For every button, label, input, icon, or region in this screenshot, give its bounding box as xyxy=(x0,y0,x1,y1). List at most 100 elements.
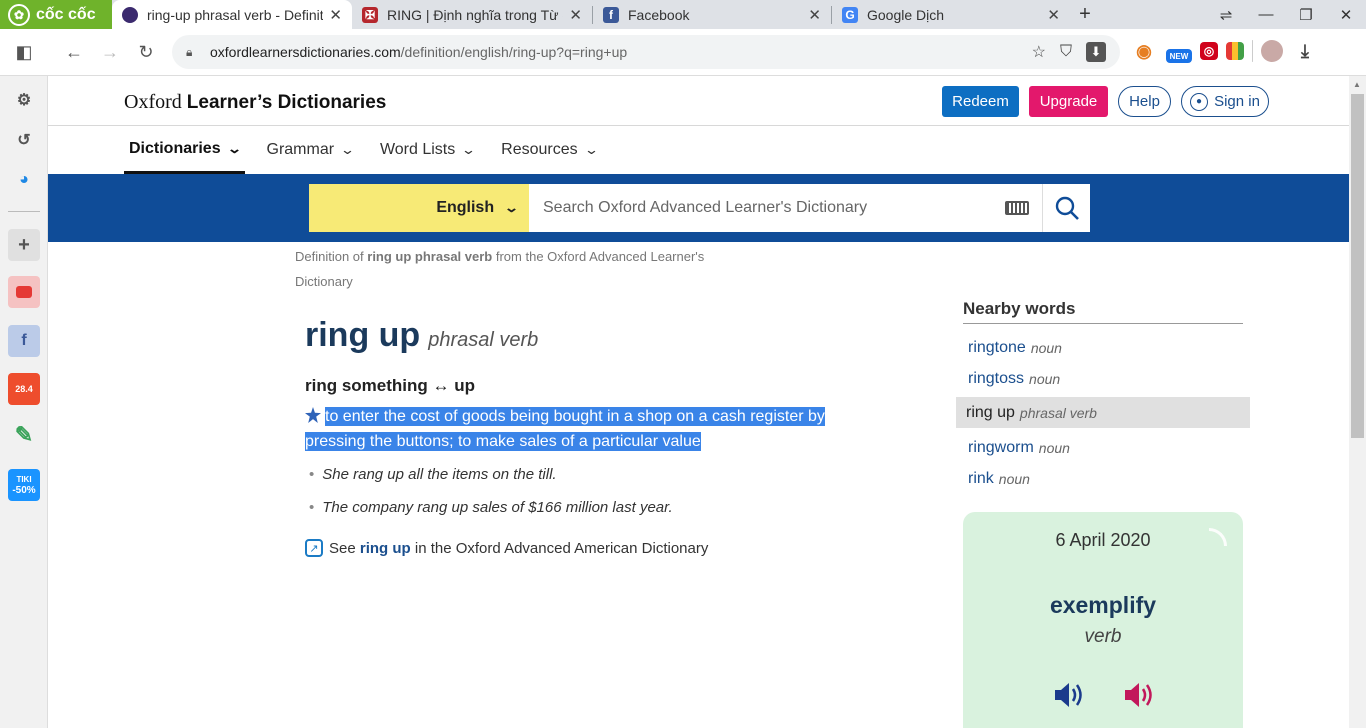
address-bar[interactable]: 🔒︎ oxfordlearnersdictionaries.com/defini… xyxy=(172,35,1120,69)
restore-icon[interactable]: ❐ xyxy=(1286,0,1326,29)
forward-button[interactable]: → xyxy=(92,34,128,70)
download-page-icon[interactable]: ⬇ xyxy=(1086,42,1106,62)
sign-in-button[interactable]: ● Sign in xyxy=(1181,86,1269,117)
extensions-area: ◉ NEW ◎ ⤓ xyxy=(1130,37,1319,65)
nav-word-lists[interactable]: Word Lists ⌄ xyxy=(375,126,479,174)
downloads-icon[interactable]: ⤓ xyxy=(1291,37,1319,65)
shield-icon[interactable]: ⛉ xyxy=(1060,43,1072,61)
us-pronunciation-speaker-icon[interactable] xyxy=(1123,680,1155,710)
scroll-up-arrow-icon[interactable]: ▲ xyxy=(1353,80,1361,89)
language-select[interactable]: English ⌄ xyxy=(309,184,529,232)
close-tab-icon[interactable]: ✕ xyxy=(1047,6,1060,24)
sign-in-label: Sign in xyxy=(1214,93,1260,110)
tiki-label: TIKI xyxy=(16,475,32,484)
new-extension-icon[interactable]: NEW xyxy=(1166,49,1192,63)
grammar-pattern: ring something ↔ up xyxy=(305,376,475,395)
nearby-pos: noun xyxy=(1030,339,1062,356)
example-sentence: She rang up all the items on the till. xyxy=(309,466,556,483)
facebook-favicon-icon: f xyxy=(603,6,619,23)
logo-learners-dictionaries: Learner’s Dictionaries xyxy=(186,92,387,113)
site-logo[interactable]: Oxford Learner’s Dictionaries xyxy=(124,91,386,114)
see-suffix: in the Oxford Advanced American Dictiona… xyxy=(410,539,709,557)
tiki-badge: -50% xyxy=(12,485,36,496)
coccoc-brand: cốc cốc xyxy=(36,5,96,23)
nav-label: Dictionaries xyxy=(129,139,221,157)
coccoc-menu-button[interactable]: ✿ cốc cốc xyxy=(0,0,112,29)
tab-oxford[interactable]: ring-up phrasal verb - Definiti ✕ xyxy=(112,0,352,29)
page-scrollbar[interactable]: ▲ xyxy=(1349,76,1366,728)
close-tab-icon[interactable]: ✕ xyxy=(329,6,342,24)
youtube-icon[interactable] xyxy=(8,276,40,308)
nearby-word-item[interactable]: ringtoss noun xyxy=(956,363,1250,394)
tab-search-icon[interactable]: ⇌ xyxy=(1206,0,1246,29)
tab-title: ring-up phrasal verb - Definiti xyxy=(147,6,324,23)
nearby-word-item[interactable]: ringworm noun xyxy=(956,432,1250,463)
minimize-icon[interactable]: — xyxy=(1246,0,1286,29)
nearby-pos: noun xyxy=(998,470,1030,487)
profile-avatar[interactable] xyxy=(1261,40,1283,62)
logo-oxford: Oxford xyxy=(124,91,182,113)
new-tab-button[interactable]: + xyxy=(1070,0,1100,29)
breadcrumb-prefix: Definition of xyxy=(295,249,368,264)
green-leaf-icon[interactable]: ✎ xyxy=(8,419,40,451)
tab-google-translate[interactable]: G Google Dịch ✕ xyxy=(832,0,1070,29)
redeem-button[interactable]: Redeem xyxy=(942,86,1019,117)
tab-title: Google Dịch xyxy=(867,6,945,23)
tab-bar: ✿ cốc cốc ring-up phrasal verb - Definit… xyxy=(0,0,1366,29)
nearby-words-heading: Nearby words xyxy=(963,299,1243,324)
coccoc-logo-icon: ✿ xyxy=(8,3,30,26)
nearby-word-item[interactable]: rink noun xyxy=(956,463,1250,494)
nearby-word: ring up xyxy=(966,403,1015,421)
search-input[interactable] xyxy=(529,184,992,232)
shopee-icon[interactable]: 28.4 xyxy=(8,373,40,405)
lock-icon: 🔒︎ xyxy=(186,44,193,59)
close-window-icon[interactable]: ✕ xyxy=(1326,0,1366,29)
nav-grammar[interactable]: Grammar ⌄ xyxy=(262,126,358,174)
help-button[interactable]: Help xyxy=(1118,86,1171,117)
main-nav: Dictionaries ⌄ Grammar ⌄ Word Lists ⌄ Resou… xyxy=(124,126,619,174)
colorful-extension-icon[interactable] xyxy=(1226,42,1244,60)
back-button[interactable]: ← xyxy=(56,34,92,70)
chevron-down-icon: ⌄ xyxy=(583,142,599,157)
nearby-word: ringworm xyxy=(968,438,1034,456)
upgrade-button[interactable]: Upgrade xyxy=(1029,86,1108,117)
cambridge-favicon-icon: ✠ xyxy=(362,6,378,23)
sidebar-toggle-icon[interactable]: ◧ xyxy=(6,34,42,70)
history-icon[interactable]: ↺ xyxy=(8,124,40,156)
window-controls: ⇌ — ❐ ✕ xyxy=(1206,0,1366,29)
close-tab-icon[interactable]: ✕ xyxy=(569,6,582,24)
keyboard-icon[interactable] xyxy=(992,184,1042,232)
uk-pronunciation-speaker-icon[interactable] xyxy=(1053,680,1085,710)
nav-label: Grammar xyxy=(266,141,335,158)
facebook-icon[interactable]: f xyxy=(8,325,40,357)
browser-sidebar: ⚙ ↺ ◕ + f 28.4 ✎ TIKI -50% xyxy=(0,76,48,728)
oxford-favicon-icon xyxy=(122,6,138,23)
search-button[interactable] xyxy=(1042,184,1090,232)
nearby-word-item[interactable]: ringtone noun xyxy=(956,332,1250,363)
chevron-down-icon: ⌄ xyxy=(339,142,356,157)
language-label: English xyxy=(436,199,495,216)
scrollbar-thumb[interactable] xyxy=(1351,94,1364,438)
add-sidebar-item-icon[interactable]: + xyxy=(8,229,40,261)
search-icon xyxy=(1055,196,1079,220)
site-header: Oxford Learner’s Dictionaries Redeem Upg… xyxy=(48,76,1349,126)
wotd-word[interactable]: exemplify xyxy=(963,592,1243,619)
settings-gear-icon[interactable]: ⚙ xyxy=(8,84,40,116)
reload-button[interactable]: ↻ xyxy=(128,34,164,70)
nav-dictionaries[interactable]: Dictionaries ⌄ xyxy=(124,126,245,174)
definition-text: to enter the cost of goods being bought … xyxy=(305,407,825,451)
messenger-icon[interactable]: ◕ xyxy=(8,164,40,196)
tab-facebook[interactable]: f Facebook ✕ xyxy=(593,0,831,29)
red-extension-icon[interactable]: ◎ xyxy=(1200,42,1218,60)
coccoc-extension-icon[interactable]: ◉ xyxy=(1130,37,1158,65)
nearby-word-current[interactable]: ring up phrasal verb xyxy=(956,397,1250,428)
tiki-icon[interactable]: TIKI -50% xyxy=(8,469,40,501)
nav-resources[interactable]: Resources ⌄ xyxy=(496,126,601,174)
nav-label: Word Lists xyxy=(379,141,456,158)
bookmark-star-icon[interactable]: ☆ xyxy=(1032,42,1046,62)
close-tab-icon[interactable]: ✕ xyxy=(808,6,821,24)
external-link-icon: ↗ xyxy=(305,539,323,557)
see-also-link[interactable]: ring up xyxy=(360,540,411,557)
tab-cambridge[interactable]: ✠ RING | Định nghĩa trong Từ đ ✕ xyxy=(352,0,592,29)
example-sentence: The company rang up sales of $166 millio… xyxy=(309,499,672,516)
